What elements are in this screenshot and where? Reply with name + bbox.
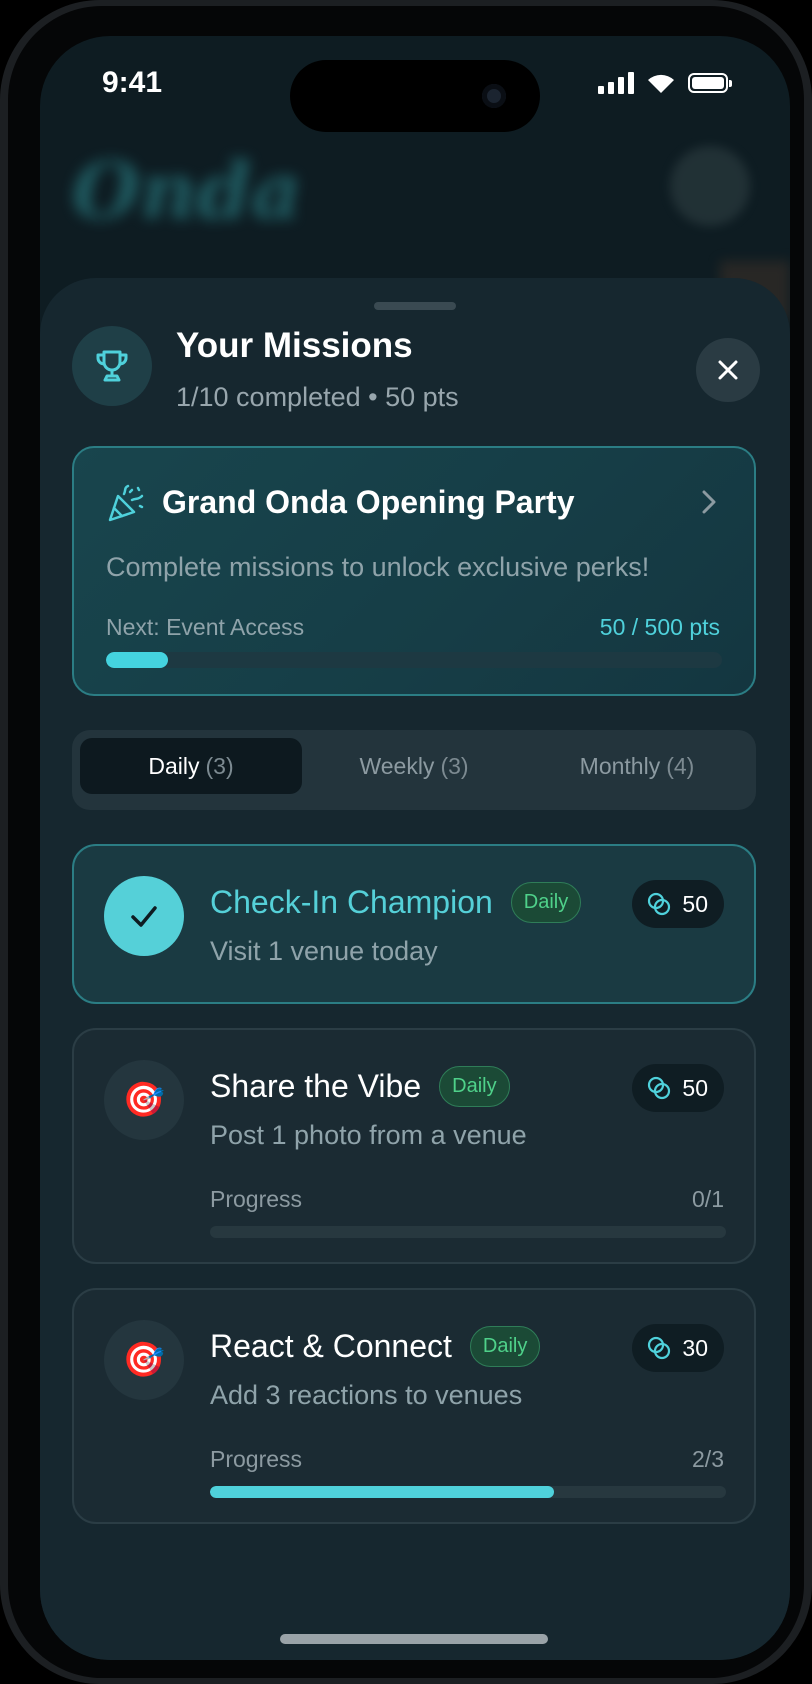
mission-progress-label: Progress xyxy=(210,1186,303,1212)
home-indicator[interactable] xyxy=(280,1634,548,1644)
mission-progress-bar xyxy=(210,1486,726,1498)
event-title: Grand Onda Opening Party xyxy=(162,484,575,520)
close-button[interactable] xyxy=(696,338,760,402)
mission-card-share-the-vibe[interactable]: 🎯 Share the Vibe Daily 50 Post 1 photo f… xyxy=(72,1028,756,1264)
background-avatar xyxy=(670,146,750,226)
mission-description: Post 1 photo from a venue xyxy=(210,1120,527,1150)
tab-weekly[interactable]: Weekly (3) xyxy=(303,738,525,794)
sheet-grabber[interactable] xyxy=(374,302,456,310)
event-progress-fill xyxy=(106,652,168,668)
target-icon: 🎯 xyxy=(104,1060,184,1140)
tab-label: Weekly xyxy=(359,752,435,779)
status-icons xyxy=(598,72,732,94)
trophy-icon xyxy=(72,326,152,406)
mission-progress-fill xyxy=(210,1486,555,1498)
mission-title-row: Share the Vibe Daily xyxy=(210,1066,510,1107)
mission-points: 50 xyxy=(682,890,708,917)
mission-progress-value: 2/3 xyxy=(692,1446,724,1472)
mission-description: Add 3 reactions to venues xyxy=(210,1380,523,1410)
mission-points: 30 xyxy=(682,1334,708,1361)
mission-progress-bar xyxy=(210,1226,726,1238)
sheet-subtitle: 1/10 completed • 50 pts xyxy=(176,382,459,412)
mission-points-pill: 30 xyxy=(632,1324,724,1372)
target-icon: 🎯 xyxy=(104,1320,184,1400)
mission-description: Visit 1 venue today xyxy=(210,936,438,966)
camera-icon xyxy=(482,84,506,108)
event-next-reward: Next: Event Access xyxy=(106,614,305,640)
mission-title: React & Connect xyxy=(210,1328,452,1364)
coins-icon xyxy=(648,1336,671,1360)
cellular-signal-icon xyxy=(598,72,634,94)
tab-count: (3) xyxy=(440,752,469,779)
mission-progress-label: Progress xyxy=(210,1446,303,1472)
missions-sheet: Your Missions 1/10 completed • 50 pts Gr… xyxy=(40,278,790,1660)
event-points: 50 / 500 pts xyxy=(599,614,720,640)
tab-count: (4) xyxy=(666,752,695,779)
mission-title: Share the Vibe xyxy=(210,1068,422,1104)
mission-badge: Daily xyxy=(510,882,582,923)
tab-monthly[interactable]: Monthly (4) xyxy=(526,738,748,794)
mission-points-pill: 50 xyxy=(632,880,724,928)
screen: Onda 9:41 Your Missions 1/10 completed •… xyxy=(40,36,790,1660)
phone-bezel: Onda 9:41 Your Missions 1/10 completed •… xyxy=(8,6,804,1678)
tab-label: Daily xyxy=(148,752,200,779)
tab-count: (3) xyxy=(205,752,234,779)
phone-frame: Onda 9:41 Your Missions 1/10 completed •… xyxy=(0,0,812,1684)
coins-icon xyxy=(648,892,671,916)
party-popper-icon xyxy=(108,484,144,522)
chevron-right-icon xyxy=(702,490,716,514)
checkmark-icon xyxy=(104,876,184,956)
mission-title-row: React & Connect Daily xyxy=(210,1326,541,1367)
mission-title: Check-In Champion xyxy=(210,884,493,920)
period-tabs: Daily (3) Weekly (3) Monthly (4) xyxy=(72,730,756,810)
mission-points: 50 xyxy=(682,1074,708,1101)
event-description: Complete missions to unlock exclusive pe… xyxy=(106,552,650,582)
tab-daily[interactable]: Daily (3) xyxy=(80,738,302,794)
mission-badge: Daily xyxy=(469,1326,541,1367)
mission-card-react-and-connect[interactable]: 🎯 React & Connect Daily 30 Add 3 reactio… xyxy=(72,1288,756,1524)
mission-title-row: Check-In Champion Daily xyxy=(210,882,582,923)
coins-icon xyxy=(648,1076,671,1100)
event-card[interactable]: Grand Onda Opening Party Complete missio… xyxy=(72,446,756,696)
battery-icon xyxy=(688,73,732,93)
sheet-title: Your Missions xyxy=(176,326,413,365)
mission-points-pill: 50 xyxy=(632,1064,724,1112)
close-icon xyxy=(718,360,738,380)
wifi-icon xyxy=(648,74,674,93)
tab-label: Monthly xyxy=(579,752,661,779)
mission-card-check-in-champion[interactable]: Check-In Champion Daily 50 Visit 1 venue… xyxy=(72,844,756,1004)
mission-progress-value: 0/1 xyxy=(692,1186,724,1212)
event-progress-bar xyxy=(106,652,722,668)
mission-badge: Daily xyxy=(439,1066,510,1107)
dynamic-island xyxy=(290,60,540,132)
background-app-logo: Onda xyxy=(72,146,302,237)
status-time: 9:41 xyxy=(102,66,163,99)
